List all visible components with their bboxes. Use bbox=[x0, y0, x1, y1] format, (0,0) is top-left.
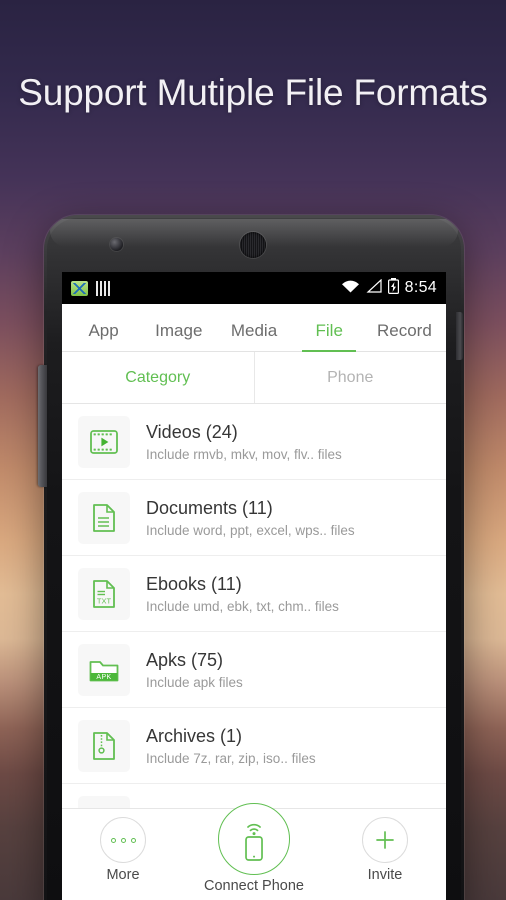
list-item-subtitle: Include rmvb, mkv, mov, flv.. files bbox=[146, 446, 342, 462]
segmented-control: Category Phone bbox=[62, 352, 446, 404]
more-dots-icon bbox=[100, 817, 146, 863]
tab-image[interactable]: Image bbox=[141, 321, 216, 351]
list-item[interactable]: Documents (11) Include word, ppt, excel,… bbox=[62, 480, 446, 556]
power-button[interactable] bbox=[456, 312, 463, 360]
list-item[interactable]: Videos (24) Include rmvb, mkv, mov, flv.… bbox=[62, 404, 446, 480]
list-item-text: Ebooks (11) Include umd, ebk, txt, chm..… bbox=[146, 574, 339, 614]
earpiece-speaker-icon bbox=[240, 232, 266, 258]
list-item-subtitle: Include umd, ebk, txt, chm.. files bbox=[146, 598, 339, 614]
bottom-action-bar: More Connect Phone Invite bbox=[62, 803, 446, 900]
apk-folder-icon: APK bbox=[78, 643, 130, 696]
wifi-icon bbox=[341, 279, 360, 298]
list-item[interactable]: APK Apks (75) Include apk files bbox=[62, 632, 446, 708]
front-camera-icon bbox=[110, 238, 123, 251]
segment-category[interactable]: Category bbox=[62, 352, 254, 403]
volume-button[interactable] bbox=[38, 365, 47, 487]
list-item-text: Archives (1) Include 7z, rar, zip, iso..… bbox=[146, 726, 316, 766]
list-item-subtitle: Include word, ppt, excel, wps.. files bbox=[146, 522, 355, 538]
svg-text:APK: APK bbox=[96, 674, 111, 681]
more-button[interactable]: More bbox=[84, 817, 162, 883]
status-bar-clock: 8:54 bbox=[404, 279, 437, 296]
signal-bars-icon bbox=[96, 280, 111, 296]
video-file-icon bbox=[78, 415, 130, 468]
list-item-text: Videos (24) Include rmvb, mkv, mov, flv.… bbox=[146, 422, 342, 462]
list-item-subtitle: Include 7z, rar, zip, iso.. files bbox=[146, 750, 316, 766]
plus-icon bbox=[362, 817, 408, 863]
tab-app[interactable]: App bbox=[66, 321, 141, 351]
phone-screen: 8:54 App Image Media File Record Categor… bbox=[62, 272, 446, 900]
connect-phone-label: Connect Phone bbox=[204, 878, 304, 894]
list-item-subtitle: Include apk files bbox=[146, 674, 243, 690]
status-bar-right: 8:54 bbox=[341, 277, 437, 299]
file-category-list: Videos (24) Include rmvb, mkv, mov, flv.… bbox=[62, 404, 446, 860]
list-item[interactable]: Archives (1) Include 7z, rar, zip, iso..… bbox=[62, 708, 446, 784]
segment-phone[interactable]: Phone bbox=[253, 352, 447, 403]
gallery-app-icon bbox=[71, 280, 88, 296]
connect-phone-button[interactable]: Connect Phone bbox=[204, 803, 304, 894]
list-item-title: Videos (24) bbox=[146, 421, 238, 442]
tab-file[interactable]: File bbox=[292, 321, 367, 352]
tab-media[interactable]: Media bbox=[216, 321, 291, 351]
more-label: More bbox=[106, 867, 140, 883]
svg-text:TXT: TXT bbox=[97, 596, 112, 605]
invite-label: Invite bbox=[367, 867, 403, 883]
status-bar: 8:54 bbox=[62, 272, 446, 304]
list-item-title: Apks (75) bbox=[146, 649, 224, 670]
cell-signal-icon bbox=[366, 278, 382, 298]
battery-charging-icon bbox=[387, 277, 399, 299]
ebook-txt-icon: TXT bbox=[78, 567, 130, 620]
status-bar-left bbox=[71, 280, 111, 296]
list-item-text: Documents (11) Include word, ppt, excel,… bbox=[146, 498, 355, 538]
list-item-title: Archives (1) bbox=[146, 725, 243, 746]
tab-record[interactable]: Record bbox=[367, 321, 442, 351]
invite-button[interactable]: Invite bbox=[346, 817, 424, 883]
page-title: Support Mutiple File Formats bbox=[18, 72, 488, 113]
list-item-title: Ebooks (11) bbox=[146, 573, 242, 594]
connect-phone-icon bbox=[218, 803, 290, 875]
list-item-text: Apks (75) Include apk files bbox=[146, 650, 243, 690]
list-item-title: Documents (11) bbox=[146, 497, 273, 518]
list-item[interactable]: TXT Ebooks (11) Include umd, ebk, txt, c… bbox=[62, 556, 446, 632]
document-file-icon bbox=[78, 491, 130, 544]
archive-file-icon bbox=[78, 719, 130, 772]
main-tabbar: App Image Media File Record bbox=[62, 304, 446, 352]
